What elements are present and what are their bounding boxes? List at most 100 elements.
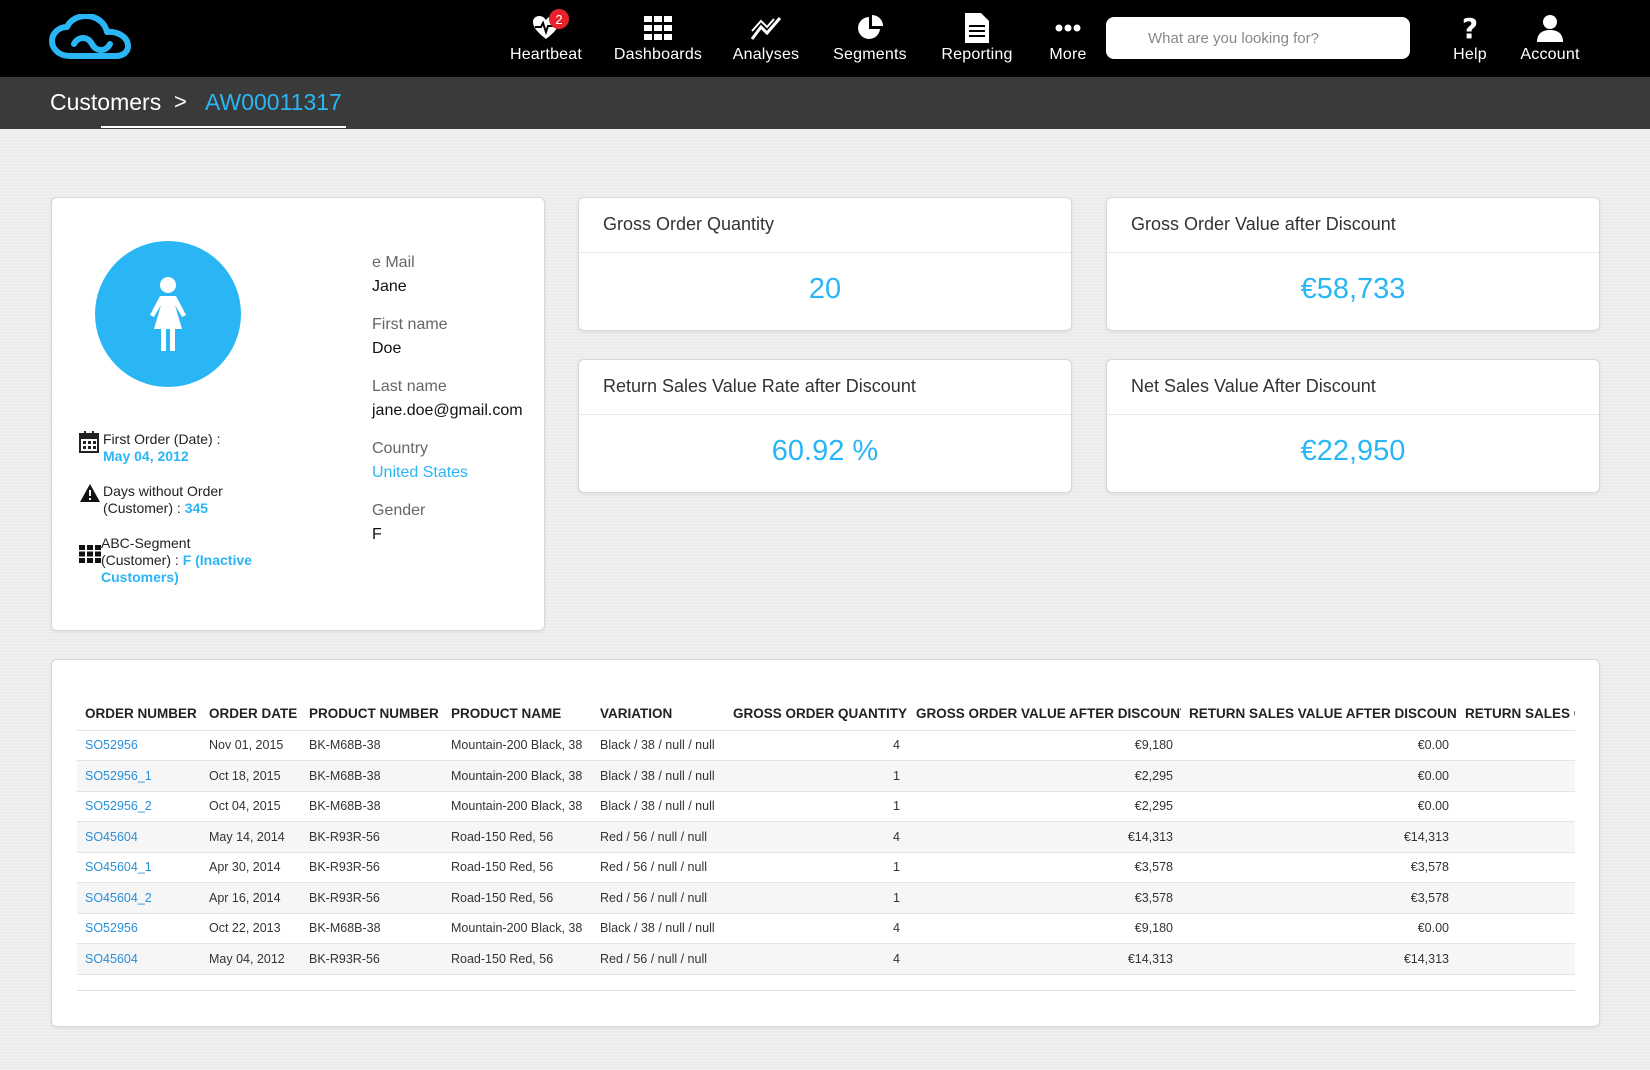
table-cell: BK-M68B-38 [301,760,443,792]
table-cell: €3,578 [1181,852,1457,883]
nav-help[interactable]: ? Help [1448,12,1492,68]
kpi-title: Net Sales Value After Discount [1131,376,1376,396]
table-cell: 1 [725,852,908,883]
column-header[interactable]: PRODUCT NUMBER [301,697,443,731]
pie-chart-icon [853,12,887,44]
divider [1107,414,1599,415]
breadcrumb: Customers > AW00011317 [0,77,1650,129]
table-cell: Road-150 Red, 56 [443,882,592,914]
order-number-link[interactable]: SO52956 [77,913,201,944]
nav-label: Reporting [941,46,1013,63]
days-without-order-label: Days without Order [103,483,223,499]
search-input[interactable] [1106,17,1410,59]
kpi-title: Gross Order Quantity [603,214,775,234]
kpi-title: Return Sales Value Rate after Discount [603,376,916,396]
breadcrumb-underline [101,126,346,128]
table-cell: 1 [725,791,908,822]
table-cell: 1 [725,882,908,914]
days-without-order-label-2: (Customer) : [103,500,181,516]
kpi-value: €22,950 [1300,435,1406,467]
column-header[interactable]: GROSS ORDER VALUE AFTER DISCOUNT [908,697,1181,731]
table-cell: Road-150 Red, 56 [443,943,592,975]
nav-segments[interactable]: Segments [828,12,912,68]
table-cell: Red / 56 / null / null [592,882,725,914]
table-cell: Black / 38 / null / null [592,791,725,822]
nav-heartbeat[interactable]: 2 Heartbeat [503,9,589,68]
nav-label: More [1049,46,1087,63]
country-value[interactable]: United States [372,464,468,482]
column-header[interactable]: PRODUCT NAME [443,697,592,731]
column-header[interactable]: RETURN SALES VALUE AFTER DISCOUNT [1181,697,1457,731]
table-row[interactable]: SO45604_2 Apr 16, 2014 BK-R93R-56 Road-150 … [77,882,1575,914]
nav-dashboards[interactable]: Dashboards [612,12,704,68]
kpi-value: 60.92 % [771,435,879,467]
nav-account[interactable]: Account [1518,12,1582,68]
table-row[interactable]: SO45604 May 14, 2014 BK-R93R-56 Road-150 Re… [77,821,1575,853]
table-cell: BK-R93R-56 [301,882,443,914]
table-header-row: ORDER NUMBER ORDER DATE PRODUCT NUMBER PROD… [77,697,1575,731]
user-icon [1533,12,1567,44]
table-footer-line [77,990,1575,991]
column-header[interactable]: ORDER NUMBER [77,697,201,731]
days-without-order-row: Days without Order (Customer) : 345 [79,483,223,517]
table-cell: Red / 56 / null / null [592,943,725,975]
nav-analyses[interactable]: Analyses [729,12,803,68]
table-cell: Red / 56 / null / null [592,852,725,883]
email-label: e Mail [372,254,415,271]
order-number-link[interactable]: SO52956 [77,730,201,761]
table-cell: Nov 01, 2015 [201,730,301,761]
column-header[interactable]: RETURN SALES C [1457,697,1575,731]
grid-icon [79,535,101,586]
column-header[interactable]: GROSS ORDER QUANTITY [725,697,908,731]
table-cell: 4 [725,943,908,975]
table-cell: Apr 16, 2014 [201,882,301,914]
order-number-link[interactable]: SO52956_1 [77,760,201,792]
more-dots-icon [1051,12,1085,44]
order-number-link[interactable]: SO45604 [77,821,201,853]
breadcrumb-current: AW00011317 [205,89,342,115]
table-cell [1457,913,1575,944]
nav-label: Help [1453,46,1487,63]
order-number-link[interactable]: SO45604_1 [77,852,201,883]
table-cell: 4 [725,913,908,944]
question-icon: ? [1461,11,1479,45]
column-header[interactable]: ORDER DATE [201,697,301,731]
orders-table-scroll[interactable]: ORDER NUMBER ORDER DATE PRODUCT NUMBER PROD… [77,697,1575,987]
breadcrumb-root-link[interactable]: Customers [50,89,161,116]
order-number-link[interactable]: SO52956_2 [77,791,201,822]
table-row[interactable]: SO45604 May 04, 2012 BK-R93R-56 Road-150 Re… [77,943,1575,975]
table-cell: €14,313 [1181,943,1457,975]
table-cell: €3,578 [908,882,1181,914]
divider [579,252,1071,253]
abc-segment-value-2: Customers) [101,569,179,585]
nav-label: Segments [833,46,907,63]
table-cell [1457,760,1575,792]
top-navigation-bar: 2 Heartbeat Dashboards Analyses Segments… [0,0,1650,77]
column-header[interactable]: VARIATION [592,697,725,731]
table-cell: BK-M68B-38 [301,791,443,822]
cloud-logo-icon[interactable] [48,13,132,64]
table-cell: €14,313 [908,821,1181,853]
email-value: Jane [372,278,407,295]
table-cell [1457,730,1575,761]
table-cell: 4 [725,821,908,853]
table-cell: Oct 22, 2013 [201,913,301,944]
nav-more[interactable]: More [1043,12,1093,68]
table-row[interactable]: SO52956 Nov 01, 2015 BK-M68B-38 Mountain-20… [77,730,1575,761]
table-cell: Road-150 Red, 56 [443,821,592,853]
orders-table-card: ORDER NUMBER ORDER DATE PRODUCT NUMBER PROD… [51,659,1600,1027]
table-cell: BK-R93R-56 [301,852,443,883]
kpi-value: 20 [808,273,842,305]
first-name-label: First name [372,316,448,333]
order-number-link[interactable]: SO45604_2 [77,882,201,914]
divider [579,414,1071,415]
order-number-link[interactable]: SO45604 [77,943,201,975]
table-cell: Oct 04, 2015 [201,791,301,822]
table-row[interactable]: SO52956 Oct 22, 2013 BK-M68B-38 Mountain-20… [77,913,1575,944]
table-row[interactable]: SO52956_2 Oct 04, 2015 BK-M68B-38 Mountain-… [77,791,1575,822]
nav-reporting[interactable]: Reporting [935,12,1019,68]
heartbeat-icon: 2 [529,9,569,44]
table-row[interactable]: SO45604_1 Apr 30, 2014 BK-R93R-56 Road-150 … [77,852,1575,883]
table-row[interactable]: SO52956_1 Oct 18, 2015 BK-M68B-38 Mountain-… [77,760,1575,792]
table-cell: Mountain-200 Black, 38 [443,913,592,944]
